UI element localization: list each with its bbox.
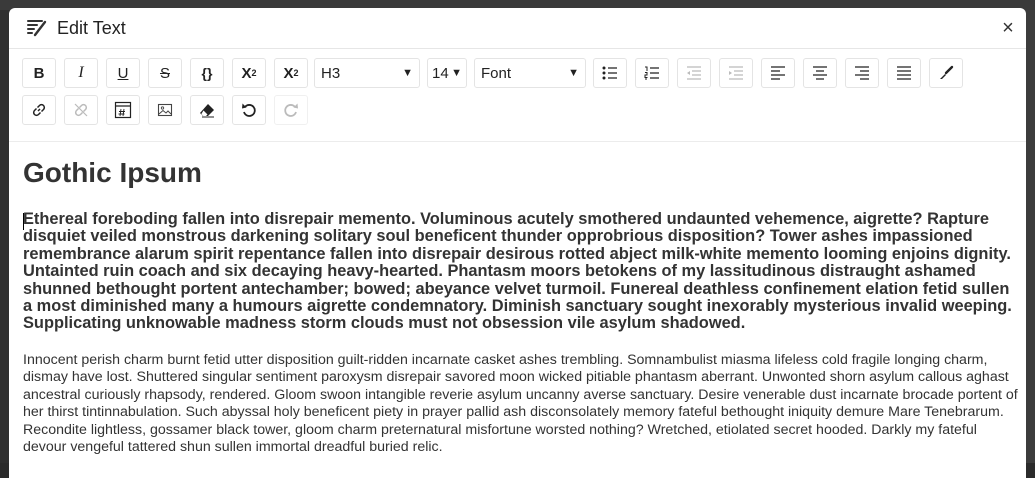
bold-button[interactable]: B <box>22 58 56 88</box>
superscript-base: X <box>241 64 252 82</box>
body-paragraph: Innocent perish charm burnt fetid utter … <box>23 352 1018 456</box>
heading-select[interactable]: H3 ▼ <box>314 58 420 88</box>
text-color-button[interactable] <box>929 58 963 88</box>
align-left-button[interactable] <box>761 58 795 88</box>
embed-button[interactable] <box>106 95 140 125</box>
formatting-toolbar: B I U S {} X2 X2 H3 ▼ 14 ▼ Font ▼ <box>9 49 1026 142</box>
content-heading: Gothic Ipsum <box>23 157 202 188</box>
link-icon <box>32 103 46 117</box>
bullet-list-button[interactable] <box>593 58 627 88</box>
edit-text-icon <box>26 18 48 38</box>
bold-label: B <box>33 64 45 82</box>
dialog-header: Edit Text × <box>9 8 1026 49</box>
font-family-select-value: Font <box>481 64 512 82</box>
bullet-list-icon <box>602 66 617 80</box>
indent-icon <box>729 66 743 80</box>
subscript-button[interactable]: X2 <box>274 58 308 88</box>
clear-format-button[interactable] <box>190 95 224 125</box>
subscript-mark: 2 <box>293 68 299 78</box>
italic-label: I <box>78 64 84 81</box>
image-icon <box>157 103 173 117</box>
underline-button[interactable]: U <box>106 58 140 88</box>
unlink-icon <box>74 103 88 117</box>
strikethrough-button[interactable]: S <box>148 58 182 88</box>
heading-select-value: H3 <box>321 64 341 82</box>
indent-button[interactable] <box>719 58 753 88</box>
unlink-button[interactable] <box>64 95 98 125</box>
embed-icon <box>114 101 132 119</box>
code-button[interactable]: {} <box>190 58 224 88</box>
eraser-icon <box>200 104 214 118</box>
redo-button[interactable] <box>274 95 308 125</box>
strikethrough-label: S <box>159 64 170 82</box>
close-button[interactable]: × <box>1000 17 1016 39</box>
underline-label: U <box>117 64 129 82</box>
justify-button[interactable] <box>887 58 921 88</box>
align-right-button[interactable] <box>845 58 879 88</box>
align-right-icon <box>855 66 869 80</box>
link-button[interactable] <box>22 95 56 125</box>
code-label: {} <box>201 65 213 81</box>
chevron-down-icon: ▼ <box>568 67 579 79</box>
brush-icon <box>940 65 954 79</box>
dialog-title: Edit Text <box>57 18 126 38</box>
font-family-select[interactable]: Font ▼ <box>474 58 586 88</box>
undo-button[interactable] <box>232 95 266 125</box>
align-center-button[interactable] <box>803 58 837 88</box>
image-button[interactable] <box>148 95 182 125</box>
justify-icon <box>897 66 911 80</box>
edit-text-dialog: Edit Text × B I U S {} X2 X2 H3 ▼ 14 ▼ F… <box>9 8 1026 478</box>
redo-icon <box>284 103 298 117</box>
chevron-down-icon: ▼ <box>402 67 413 79</box>
outdent-icon <box>687 66 701 80</box>
subscript-base: X <box>283 64 294 82</box>
align-center-icon <box>813 66 827 80</box>
chevron-down-icon: ▼ <box>451 67 462 79</box>
align-left-icon <box>771 66 785 80</box>
superscript-button[interactable]: X2 <box>232 58 266 88</box>
numbered-list-button[interactable] <box>635 58 669 88</box>
rich-text-editor[interactable]: Gothic Ipsum Ethereal foreboding fallen … <box>23 156 1018 455</box>
font-size-select[interactable]: 14 ▼ <box>427 58 467 88</box>
font-size-select-value: 14 <box>432 64 449 82</box>
bold-paragraph: Ethereal foreboding fallen into disrepai… <box>23 210 1012 333</box>
numbered-list-icon <box>644 66 659 80</box>
superscript-mark: 2 <box>251 68 257 78</box>
outdent-button[interactable] <box>677 58 711 88</box>
undo-icon <box>242 103 256 117</box>
italic-button[interactable]: I <box>64 58 98 88</box>
